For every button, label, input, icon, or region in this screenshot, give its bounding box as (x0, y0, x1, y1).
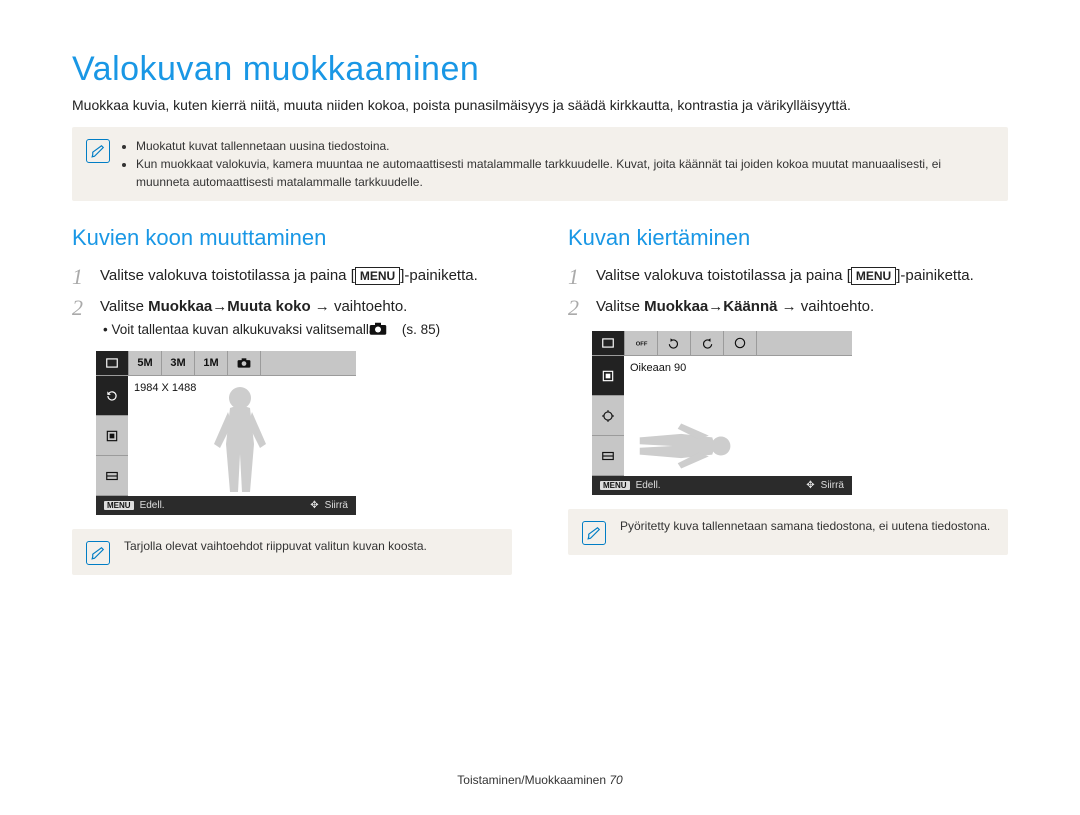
left-note-text: Tarjolla olevat vaihtoehdot riippuvat va… (122, 539, 427, 553)
left-step2-pre: Valitse (100, 298, 148, 315)
resize-topbar-filler (261, 351, 356, 375)
rotate-side-icon-2 (592, 396, 624, 436)
screen-rotate: OFF Oikeaan 90 (592, 331, 852, 495)
right-step-2-body: Valitse Muokkaa → Käännä → vaihtoehto. (596, 296, 1008, 319)
left-step-2: 2 Valitse Muokkaa → Muuta koko → vaihtoe… (72, 296, 512, 339)
right-step1-pre: Valitse valokuva toistotilassa ja paina … (596, 267, 851, 284)
rotate-move-label: Siirrä (821, 480, 844, 491)
screen-rotate-topbar: OFF (592, 331, 852, 355)
step-number-1: 1 (568, 265, 586, 288)
screen-resize-side (96, 376, 128, 496)
rotate-side-icon-1 (592, 356, 624, 396)
right-step2-pre: Valitse (596, 298, 644, 315)
resize-side-rotate-icon (96, 376, 128, 416)
nav-icon: ✥ (806, 480, 814, 491)
resize-back: MENU Edell. (104, 500, 165, 511)
rotate-back-label: Edell. (636, 480, 661, 491)
top-note-list: Muokatut kuvat tallennetaan uusina tiedo… (122, 137, 994, 191)
left-sub-text: Voit tallentaa kuvan alkukuvaksi valitse… (111, 322, 380, 337)
resize-opt-startup-icon (228, 351, 261, 375)
footer-path: Toistaminen/Muokkaaminen (457, 773, 606, 787)
rotate-topbar-filler (757, 331, 852, 355)
top-note-box: Muokatut kuvat tallennetaan uusina tiedo… (72, 127, 1008, 201)
col-resize: Kuvien koon muuttaminen 1 Valitse valoku… (72, 225, 512, 599)
resize-menu-key: MENU (104, 501, 134, 510)
screen-rotate-side (592, 356, 624, 476)
right-step-1: 1 Valitse valokuva toistotilassa ja pain… (568, 265, 1008, 288)
rotate-opt-right90-icon (658, 331, 691, 355)
left-step-1-body: Valitse valokuva toistotilassa ja paina … (100, 265, 512, 288)
resize-side-icon-2 (96, 416, 128, 456)
page-title: Valokuvan muokkaaminen (72, 50, 1008, 89)
resize-caption: 1984 X 1488 (134, 382, 196, 394)
nav-icon: ✥ (310, 500, 318, 511)
rotate-opt-180-icon (724, 331, 757, 355)
screen-resize-topbar: 5M 3M 1M (96, 351, 356, 375)
left-step2-b2: Muuta koko (227, 298, 310, 315)
note-icon (86, 541, 110, 565)
footer-page: 70 (609, 773, 622, 787)
left-step-1: 1 Valitse valokuva toistotilassa ja pain… (72, 265, 512, 288)
heading-rotate: Kuvan kiertäminen (568, 225, 1008, 251)
svg-text:OFF: OFF (636, 341, 648, 347)
resize-back-label: Edell. (140, 500, 165, 511)
arrow-right-icon: → (708, 296, 723, 318)
screen-resize-body: 1984 X 1488 (96, 375, 356, 496)
resize-opt-1m: 1M (195, 351, 228, 375)
top-note-2: Kun muokkaat valokuvia, kamera muuntaa n… (136, 155, 994, 191)
right-step-1-body: Valitse valokuva toistotilassa ja paina … (596, 265, 1008, 288)
col-rotate: Kuvan kiertäminen 1 Valitse valokuva toi… (568, 225, 1008, 599)
step-number-2: 2 (568, 296, 586, 319)
resize-top-icon (96, 351, 129, 375)
screen-rotate-body: Oikeaan 90 (592, 355, 852, 476)
columns: Kuvien koon muuttaminen 1 Valitse valoku… (72, 225, 1008, 599)
left-step1-pre: Valitse valokuva toistotilassa ja paina … (100, 267, 355, 284)
right-step2-b2: Käännä (723, 298, 777, 315)
page: Valokuvan muokkaaminen Muokkaa kuvia, ku… (0, 0, 1080, 599)
right-step1-post: ]-painiketta. (896, 267, 974, 284)
right-note-text: Pyöritetty kuva tallennetaan samana tied… (618, 519, 990, 533)
resize-side-icon-3 (96, 456, 128, 496)
right-step2-b1: Muokkaa (644, 298, 708, 315)
resize-opt-3m: 3M (162, 351, 195, 375)
menu-key: MENU (355, 267, 400, 285)
rotate-top-icon (592, 331, 625, 355)
top-note-1: Muokatut kuvat tallennetaan uusina tiedo… (136, 137, 994, 155)
right-note-box: Pyöritetty kuva tallennetaan samana tied… (568, 509, 1008, 555)
person-silhouette-rotated-icon (633, 411, 733, 481)
note-icon (86, 139, 110, 163)
intro-text: Muokkaa kuvia, kuten kierrä niitä, muuta… (72, 97, 1008, 113)
rotate-back: MENU Edell. (600, 480, 661, 491)
step-number-1: 1 (72, 265, 90, 288)
resize-move: ✥ Siirrä (310, 500, 348, 511)
rotate-move: ✥ Siirrä (806, 480, 844, 491)
right-step-2: 2 Valitse Muokkaa → Käännä → vaihtoehto. (568, 296, 1008, 319)
resize-move-label: Siirrä (325, 500, 348, 511)
screen-resize: 5M 3M 1M 1984 X 1488 (96, 351, 356, 515)
right-step2-post: → vaihtoehto. (777, 298, 874, 315)
startup-image-icon (380, 322, 398, 335)
rotate-opt-left90-icon (691, 331, 724, 355)
rotate-caption: Oikeaan 90 (630, 362, 686, 374)
left-step2-post: → vaihtoehto. (311, 298, 408, 315)
resize-opt-5m: 5M (129, 351, 162, 375)
left-step1-post: ]-painiketta. (400, 267, 478, 284)
left-step-2-body: Valitse Muokkaa → Muuta koko → vaihtoeht… (100, 296, 512, 339)
arrow-right-icon: → (212, 296, 227, 318)
page-footer: Toistaminen/Muokkaaminen 70 (0, 773, 1080, 787)
left-step2-b1: Muokkaa (148, 298, 212, 315)
rotate-opt-off-icon: OFF (625, 331, 658, 355)
heading-resize: Kuvien koon muuttaminen (72, 225, 512, 251)
left-sub-ref: (s. 85) (398, 322, 440, 337)
rotate-side-icon-3 (592, 436, 624, 476)
step-number-2: 2 (72, 296, 90, 339)
person-silhouette-icon (200, 384, 280, 496)
left-step2-sub: • Voit tallentaa kuvan alkukuvaksi valit… (100, 320, 512, 340)
rotate-menu-key: MENU (600, 481, 630, 490)
screen-resize-botbar: MENU Edell. ✥ Siirrä (96, 496, 356, 515)
note-icon (582, 521, 606, 545)
menu-key: MENU (851, 267, 896, 285)
left-note-box: Tarjolla olevat vaihtoehdot riippuvat va… (72, 529, 512, 575)
